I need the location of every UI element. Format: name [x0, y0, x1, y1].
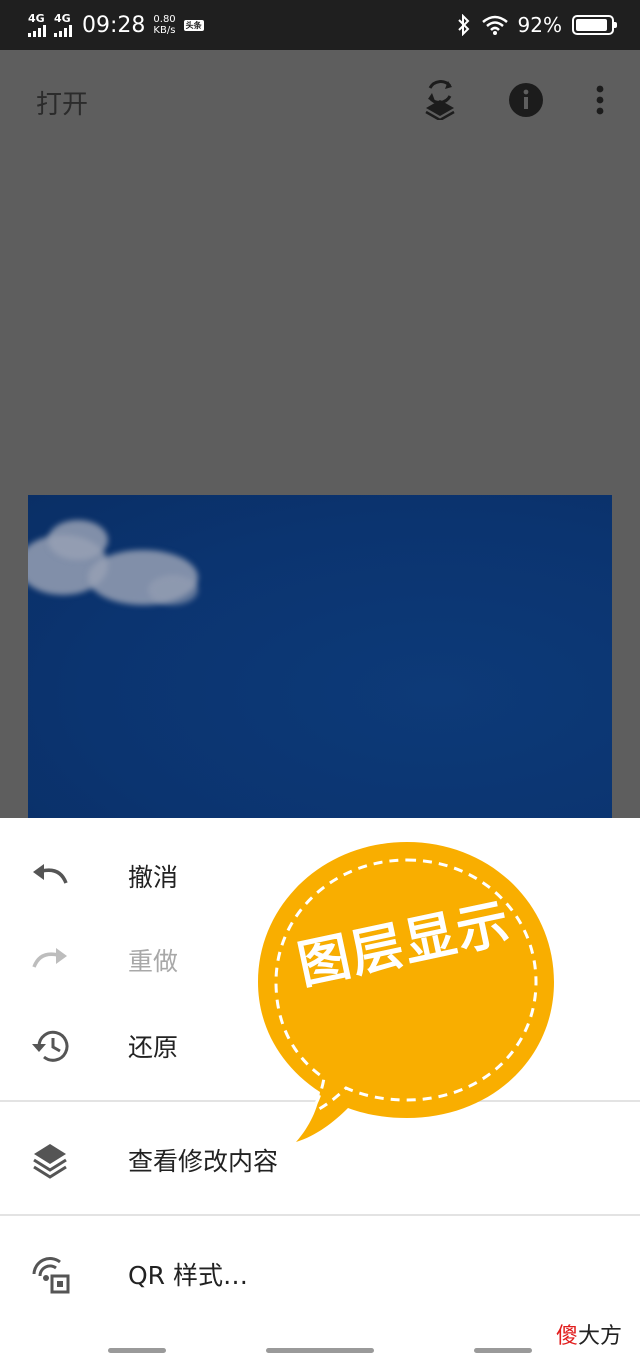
bluetooth-icon [456, 14, 472, 36]
menu-item-label: 撤消 [128, 863, 179, 892]
signal-indicator-2: 4G [54, 13, 74, 37]
redo-icon [28, 938, 72, 982]
qr-style-icon [28, 1252, 72, 1296]
layers-refresh-icon[interactable] [418, 78, 462, 122]
menu-item-label: 重做 [128, 947, 179, 976]
info-icon[interactable] [504, 78, 548, 122]
network-type-label: 4G [28, 12, 45, 25]
watermark-logo: 傻大方 [556, 1318, 622, 1350]
divider [0, 1214, 640, 1216]
network-type-label: 4G [54, 12, 71, 25]
history-icon [28, 1024, 72, 1068]
battery-fill [576, 19, 608, 31]
nav-home-hint[interactable] [266, 1348, 374, 1353]
open-button[interactable]: 打开 [36, 84, 88, 121]
more-vert-icon[interactable] [578, 78, 622, 122]
photo-preview [28, 495, 612, 825]
clock: 09:28 [82, 12, 146, 38]
menu-item-label: 还原 [128, 1033, 179, 1062]
nav-back-hint[interactable] [108, 1348, 166, 1353]
network-speed: 0.80 KB/s [153, 14, 175, 36]
network-speed-unit: KB/s [153, 25, 176, 36]
signal-bars-icon [54, 25, 74, 37]
wifi-icon [481, 15, 508, 35]
status-bar: 4G 4G 09:28 0.80 KB/s 头条 92% [0, 0, 640, 50]
app-bar: 打开 [0, 50, 640, 150]
network-speed-value: 0.80 [153, 14, 176, 25]
nav-recents-hint[interactable] [474, 1348, 532, 1353]
battery-icon [572, 15, 617, 35]
signal-bars-icon [28, 25, 48, 37]
menu-item-label: QR 样式… [128, 1261, 248, 1290]
layers-icon [28, 1138, 72, 1182]
signal-indicator-1: 4G [28, 13, 48, 37]
watermark-text: 大方 [577, 1324, 622, 1349]
app-notification-badge: 头条 [183, 19, 204, 31]
undo-icon [28, 854, 72, 898]
battery-percent: 92% [517, 13, 562, 37]
watermark-char: 傻 [555, 1324, 578, 1349]
menu-item-qr-style[interactable]: QR 样式… [0, 1232, 640, 1316]
